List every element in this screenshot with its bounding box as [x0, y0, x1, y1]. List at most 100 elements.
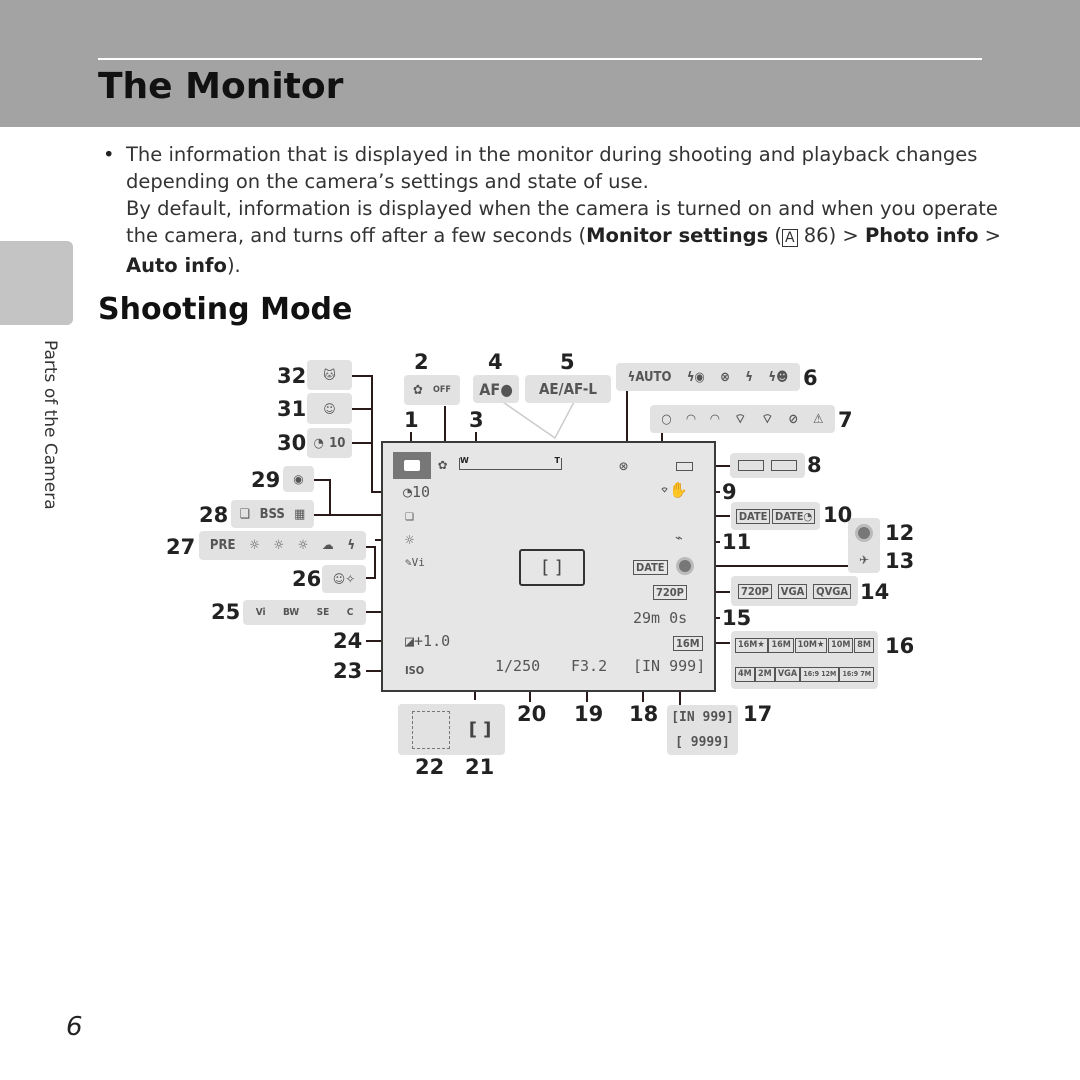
- icon-group-17: [IN 999] [ 9999]: [667, 705, 738, 755]
- icon-group-28: ❏ BSS ▦: [231, 500, 314, 528]
- zoom-indicator: W T: [459, 456, 562, 470]
- callout-28: 28: [199, 503, 229, 527]
- card-count: [ 9999]: [675, 735, 730, 750]
- movie-qvga-icon: QVGA: [813, 583, 852, 599]
- intro-line-1: The information that is displayed in the…: [126, 143, 978, 193]
- side-tab-label: Parts of the Camera: [40, 340, 60, 510]
- date-time-icon: DATE◔: [771, 508, 816, 524]
- callout-23: 23: [333, 659, 363, 683]
- callout-17: 17: [743, 702, 773, 726]
- pet-portrait-icon: 🐱: [323, 368, 336, 382]
- icon-group-32: 🐱: [307, 360, 352, 390]
- date-not-set-icon: [855, 523, 873, 542]
- bullet: •: [103, 143, 115, 166]
- icon-group-14: 720P VGA QVGA: [731, 576, 858, 606]
- wifi-4-icon: ⌔: [761, 412, 774, 427]
- image-size-icon: 16M: [673, 636, 703, 651]
- page-header: The Monitor: [0, 0, 1080, 127]
- callout-3: 3: [469, 408, 484, 432]
- callout-19: 19: [574, 702, 604, 726]
- battery-low-icon: [771, 460, 798, 471]
- callout-1: 1: [404, 408, 419, 432]
- icon-group-2: ✿ OFF: [404, 375, 460, 405]
- wifi-warning-icon: ⚠: [812, 411, 824, 427]
- icon-group-31: ☺: [307, 393, 352, 424]
- multi-shot-icon: ▦: [294, 506, 306, 522]
- text: ).: [226, 254, 241, 277]
- wifi-vr-icon: ⌔✋: [660, 481, 688, 499]
- bw-color-icon: BW: [282, 607, 300, 618]
- red-eye-flash-icon: ϟ◉: [686, 369, 705, 385]
- icon-group-7: ○ ◠ ◠ ⌔ ⌔ ⊘ ⚠: [650, 405, 835, 433]
- section-title: Shooting Mode: [98, 292, 353, 327]
- continuous-icon: ❏: [405, 506, 415, 524]
- bss-icon: BSS: [259, 506, 285, 522]
- size-10m-icon: 10M: [828, 638, 854, 653]
- flash-wb-icon: ϟ: [347, 538, 356, 553]
- callout-20: 20: [517, 702, 547, 726]
- callout-24: 24: [333, 629, 363, 653]
- size-8m-icon: 8M: [854, 638, 874, 653]
- size-10m-fine-icon: 10M★: [794, 638, 828, 653]
- callout-16: 16: [885, 634, 915, 658]
- aperture: F3.2: [571, 657, 608, 675]
- size-2m-icon: 2M: [754, 667, 775, 682]
- size-vga-icon: VGA: [774, 667, 801, 682]
- movie-options-icon: 720P: [653, 585, 687, 600]
- header-rule: [98, 58, 982, 60]
- size-169-7m-icon: 16:9 7M: [839, 667, 874, 682]
- icon-group-29: ◉: [283, 466, 314, 492]
- self-timer-indicator: ◔10: [403, 483, 431, 501]
- battery-icon: [676, 462, 693, 471]
- callout-15: 15: [722, 606, 752, 630]
- exposure-compensation: ◪+1.0: [405, 632, 451, 650]
- focus-bracket-icon: [ ]: [468, 719, 492, 740]
- flash-off-icon: ⊗: [619, 457, 629, 475]
- icon-group-30: ◔ 10: [307, 428, 352, 458]
- wifi-1-icon: ◠: [686, 411, 696, 427]
- zoom-w-label: W: [460, 456, 469, 465]
- icon-group-21-22: [ ]: [398, 704, 505, 755]
- auto-label: AUTO: [635, 369, 672, 385]
- continuous-icon: ❏: [239, 506, 251, 522]
- sepia-color-icon: SE: [316, 607, 330, 618]
- callout-7: 7: [838, 408, 853, 432]
- self-timer-value: 10: [412, 483, 431, 501]
- text: 86) >: [797, 224, 865, 247]
- monitor-screen: ✿ W T ⊗ ⌔✋ ◔10 ❏ ☼ ✎Vi ⌁ DATE 720P 29m 0…: [381, 441, 716, 692]
- focus-indicator-icon: AF●: [479, 379, 513, 399]
- af-area-icon: [411, 710, 450, 749]
- af-off-icon: OFF: [432, 385, 451, 395]
- slow-sync-icon: ϟ☻: [768, 369, 789, 385]
- callout-22: 22: [415, 755, 445, 779]
- zoom-t-label: T: [554, 456, 560, 465]
- wifi-off-icon: ⊘: [788, 411, 799, 427]
- intro-text: The information that is displayed in the…: [126, 141, 1006, 279]
- page-number: 6: [66, 1012, 83, 1042]
- focus-area: [ ]: [519, 549, 585, 586]
- size-16m-fine-icon: 16M★: [735, 638, 768, 653]
- photo-info-ref: Photo info: [864, 224, 979, 247]
- skin-softening-icon: ☺✧: [332, 572, 356, 586]
- exposures-remaining: [IN 999]: [633, 657, 706, 675]
- callout-27: 27: [166, 535, 196, 559]
- callout-31: 31: [277, 397, 307, 421]
- vivid-color-icon: Vi: [255, 607, 266, 618]
- page-ref-icon: A: [782, 229, 798, 247]
- callout-26: 26: [292, 567, 322, 591]
- icon-group-25: Vi BW SE C: [243, 600, 366, 625]
- shooting-mode-camera-icon: [393, 452, 431, 479]
- internal-memory-count: [IN 999]: [671, 710, 734, 725]
- cyanotype-icon: C: [346, 607, 354, 618]
- callout-8: 8: [807, 453, 822, 477]
- callout-13: 13: [885, 549, 915, 573]
- self-timer-icon: ◔: [313, 435, 324, 451]
- callout-18: 18: [629, 702, 659, 726]
- ae-af-lock-icon: AE/AF-L: [538, 380, 597, 398]
- fluorescent-icon: ☼: [297, 538, 309, 553]
- icon-group-10: DATE DATE◔: [731, 502, 820, 530]
- section-tab: [0, 241, 73, 325]
- clock-icon: [676, 557, 694, 575]
- wifi-0-icon: ○: [661, 411, 672, 427]
- icon-group-26: ☺✧: [322, 565, 366, 593]
